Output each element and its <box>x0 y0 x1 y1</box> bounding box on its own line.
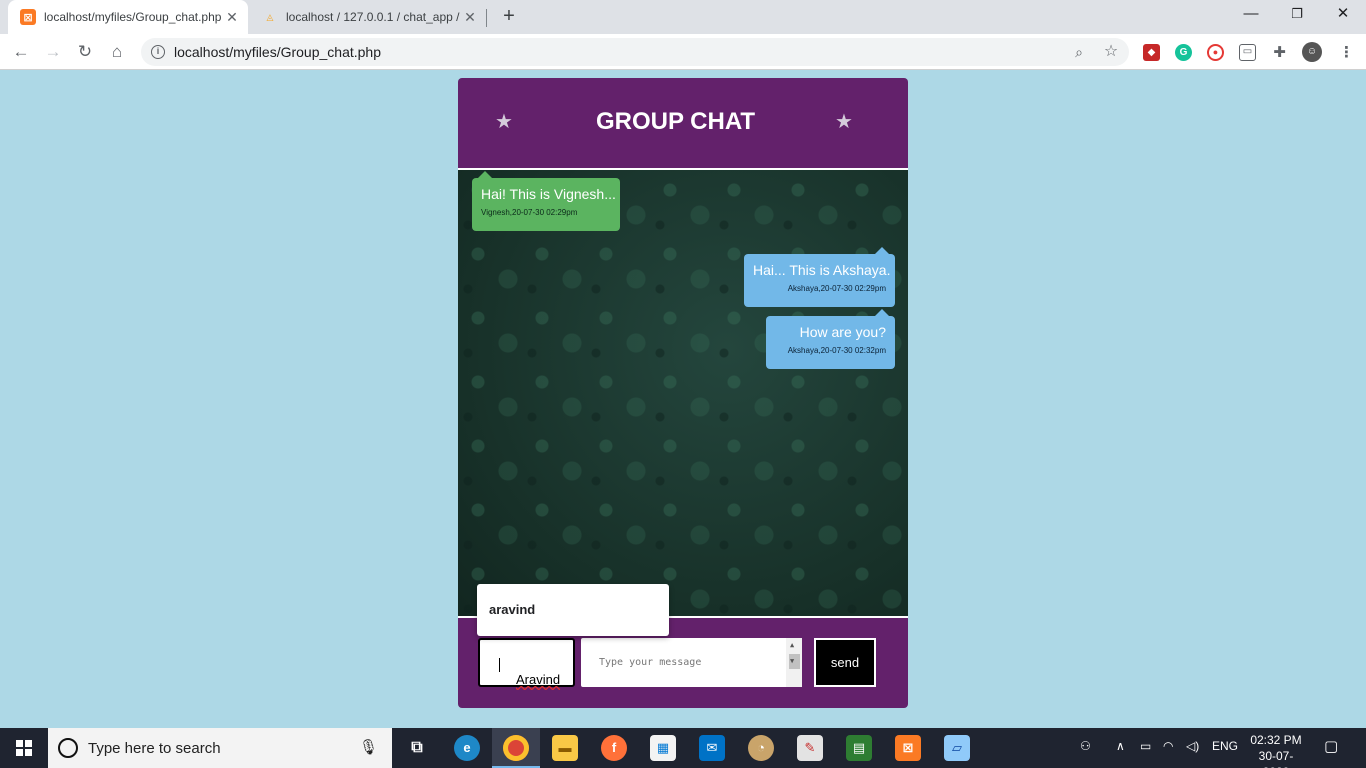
paint3d-icon[interactable]: ✎ <box>797 735 823 761</box>
tab-strip: ⊠ localhost/myfiles/Group_chat.php ✕ ◬ l… <box>0 0 1366 34</box>
text-caret <box>499 657 500 672</box>
message-meta: Akshaya,20-07-30 02:32pm <box>787 346 886 355</box>
home-button[interactable]: ⌂ <box>105 40 129 64</box>
bookmark-star-icon[interactable]: ☆ <box>1102 43 1120 61</box>
message-text: How are you? <box>799 324 886 340</box>
language-indicator[interactable]: ENG <box>1212 739 1238 753</box>
notepad-icon[interactable]: ▱ <box>944 735 970 761</box>
windows-taskbar: Type here to search 🎙 ⧉ e ▬ f ▦ ✉ ◔ ✎ ▤ … <box>0 728 1366 768</box>
message-bubble: Hai! This is Vignesh... Vignesh,20-07-30… <box>472 171 620 231</box>
zoom-icon[interactable]: ⌕ <box>1070 43 1088 61</box>
reload-button[interactable]: ↻ <box>73 40 97 64</box>
tab-phpmyadmin[interactable]: ◬ localhost / 127.0.0.1 / chat_app / ✕ <box>250 0 486 34</box>
textarea-scrollbar[interactable]: ▲ ▼ <box>786 638 802 687</box>
edge-icon[interactable]: e <box>454 735 480 761</box>
people-icon[interactable]: ⚇ <box>1080 739 1091 753</box>
xampp-taskbar-icon[interactable]: ⊠ <box>895 735 921 761</box>
clock-date: 30-07-2020 <box>1258 749 1294 768</box>
autocomplete-dropdown[interactable]: aravind <box>477 584 669 636</box>
autocomplete-option[interactable]: aravind <box>489 602 535 617</box>
messages-area[interactable]: Hai! This is Vignesh... Vignesh,20-07-30… <box>458 168 908 618</box>
windows-icon <box>16 740 32 756</box>
scroll-up-icon[interactable]: ▲ <box>790 641 794 649</box>
volume-icon[interactable]: ◁) <box>1186 739 1199 753</box>
address-bar[interactable]: i localhost/myfiles/Group_chat.php ⌕ ☆ <box>141 38 1129 66</box>
task-view-icon[interactable]: ⧉ <box>404 735 430 761</box>
tab-divider <box>486 9 487 27</box>
send-button[interactable]: send <box>814 638 876 687</box>
cortana-icon <box>58 738 78 758</box>
window-close-button[interactable]: ✕ <box>1320 0 1366 30</box>
tab-title: localhost / 127.0.0.1 / chat_app / <box>286 10 460 24</box>
start-button[interactable] <box>0 728 48 768</box>
name-input[interactable]: Aravind <box>478 638 575 687</box>
message-meta: Vignesh,20-07-30 02:29pm <box>481 208 578 217</box>
message-text: Hai... This is Akshaya. <box>753 262 891 278</box>
mail-icon[interactable]: ✉ <box>699 735 725 761</box>
grammarly-extension-icon[interactable]: G <box>1175 44 1192 61</box>
message-bubble: How are you? Akshaya,20-07-30 02:32pm <box>766 309 895 369</box>
message-bubble: Hai... This is Akshaya. Akshaya,20-07-30… <box>744 247 895 307</box>
screen-extension-icon[interactable]: ▭ <box>1239 44 1256 61</box>
message-textarea[interactable]: Type your message ▲ ▼ <box>581 638 802 687</box>
taskbar-search[interactable]: Type here to search 🎙 <box>48 728 392 768</box>
url-text: localhost/myfiles/Group_chat.php <box>174 44 381 60</box>
tray-chevron-icon[interactable]: ∧ <box>1116 739 1125 753</box>
scroll-down-icon[interactable]: ▼ <box>790 657 794 684</box>
file-explorer-icon[interactable]: ▬ <box>552 735 578 761</box>
battery-icon[interactable]: ▭ <box>1140 739 1151 753</box>
close-icon[interactable]: ✕ <box>224 9 240 25</box>
restore-button[interactable]: ❐ <box>1274 0 1320 30</box>
pin-extension-icon[interactable]: ● <box>1207 44 1224 61</box>
close-icon[interactable]: ✕ <box>462 9 478 25</box>
paint-icon[interactable]: ◔ <box>748 735 774 761</box>
store-icon[interactable]: ▦ <box>650 735 676 761</box>
menu-icon[interactable]: ⋮ <box>1338 44 1355 61</box>
browser-toolbar: ← → ↻ ⌂ i localhost/myfiles/Group_chat.p… <box>0 34 1366 70</box>
xampp-icon: ⊠ <box>20 9 36 25</box>
phpmyadmin-icon: ◬ <box>266 11 274 22</box>
page-title: GROUP CHAT <box>595 108 756 135</box>
new-tab-button[interactable]: + <box>498 5 520 27</box>
wifi-icon[interactable]: ◠ <box>1163 739 1173 753</box>
message-text: Hai! This is Vignesh... <box>481 186 616 202</box>
taskbar-search-placeholder: Type here to search <box>88 740 221 757</box>
back-button[interactable]: ← <box>9 40 33 64</box>
system-clock[interactable]: 02:32 PM 30-07-2020 <box>1246 732 1306 768</box>
tab-title: localhost/myfiles/Group_chat.php <box>44 10 222 24</box>
chrome-icon[interactable] <box>503 735 529 761</box>
profile-avatar[interactable]: ☺ <box>1302 42 1322 62</box>
name-input-value: Aravind <box>498 656 560 687</box>
spreadsheet-icon[interactable]: ▤ <box>846 735 872 761</box>
puzzle-extensions-icon[interactable]: ✚ <box>1271 44 1288 61</box>
shield-extension-icon[interactable]: ◆ <box>1143 44 1160 61</box>
message-meta: Akshaya,20-07-30 02:29pm <box>787 284 886 293</box>
microphone-icon[interactable]: 🎙 <box>359 738 378 756</box>
message-placeholder: Type your message <box>599 657 702 668</box>
minimize-button[interactable]: — <box>1228 0 1274 30</box>
firefox-icon[interactable]: f <box>601 735 627 761</box>
star-icon: ★ <box>835 111 853 133</box>
tab-group-chat[interactable]: ⊠ localhost/myfiles/Group_chat.php ✕ <box>8 0 248 34</box>
clock-time: 02:32 PM <box>1250 733 1302 747</box>
forward-button[interactable]: → <box>41 40 65 64</box>
chat-header: ★ GROUP CHAT ★ <box>458 78 908 168</box>
notification-icon[interactable]: ▢ <box>1324 737 1338 755</box>
info-icon[interactable]: i <box>151 45 165 59</box>
